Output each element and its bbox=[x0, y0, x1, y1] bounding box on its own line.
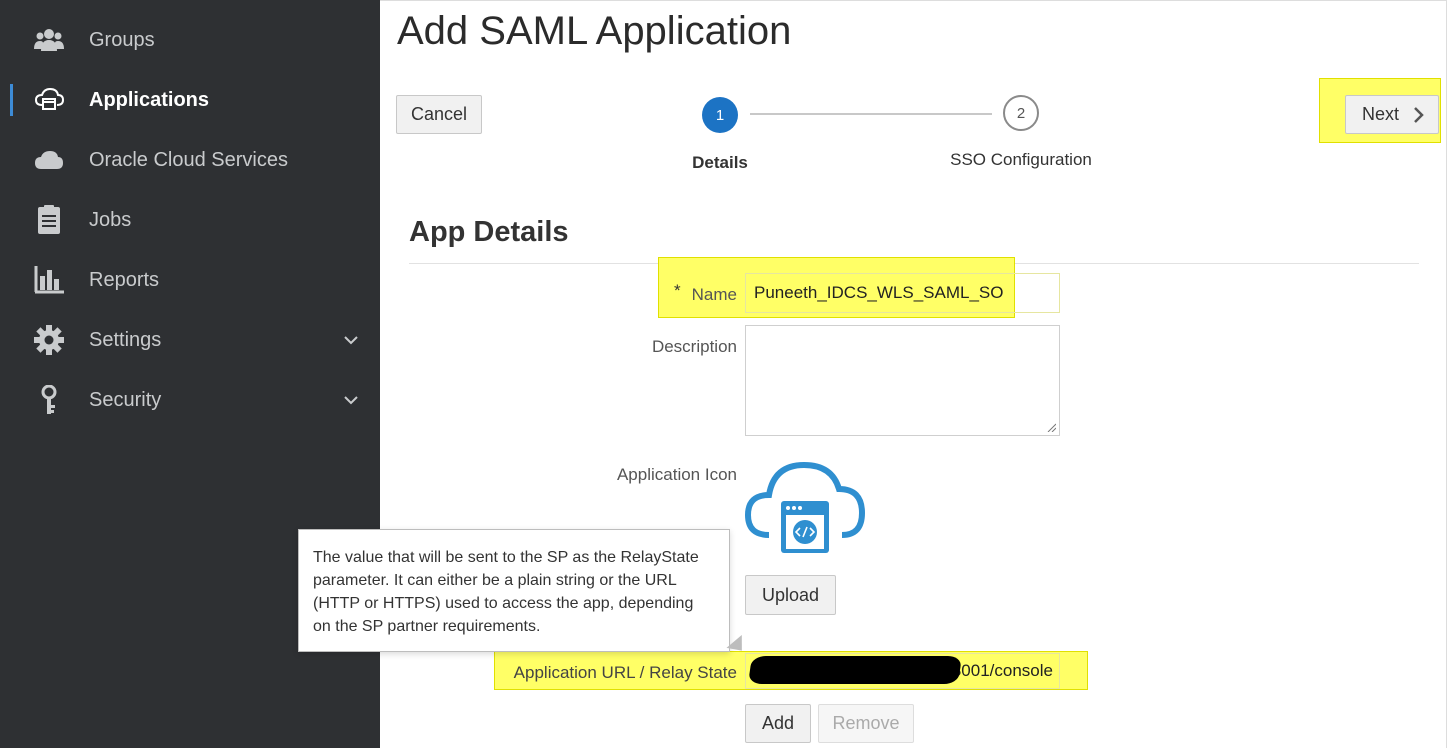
wizard-step-2[interactable]: 2 bbox=[1003, 95, 1039, 131]
sidebar-item-label: Settings bbox=[89, 328, 162, 351]
wizard-step-2-label: SSO Configuration bbox=[950, 150, 1092, 169]
wizard-step-1-label: Details bbox=[692, 153, 748, 172]
sidebar-item-label: Oracle Cloud Services bbox=[89, 148, 288, 171]
name-input[interactable]: Puneeth_IDCS_WLS_SAML_SO bbox=[745, 273, 1060, 313]
sidebar-item-label: Reports bbox=[89, 268, 160, 291]
sidebar-item-label: Groups bbox=[89, 28, 155, 51]
remove-button[interactable]: Remove bbox=[818, 704, 914, 743]
users-icon bbox=[33, 24, 65, 56]
cloud-app-icon bbox=[33, 84, 65, 116]
add-button[interactable]: Add bbox=[745, 704, 811, 743]
name-input-value: Puneeth_IDCS_WLS_SAML_SO bbox=[754, 283, 1004, 302]
bar-chart-icon bbox=[33, 264, 65, 296]
next-button[interactable]: Next bbox=[1345, 95, 1439, 134]
page-title: Add SAML Application bbox=[397, 9, 792, 53]
chevron-down-icon[interactable] bbox=[342, 391, 360, 409]
description-label: Description bbox=[651, 337, 737, 356]
name-label: Name bbox=[691, 285, 737, 304]
clipboard-icon bbox=[33, 204, 65, 236]
next-button-label: Next bbox=[1362, 104, 1400, 124]
upload-button[interactable]: Upload bbox=[745, 575, 836, 615]
tooltip-text: The value that will be sent to the SP as… bbox=[313, 549, 699, 635]
sidebar-item-groups[interactable]: Groups bbox=[0, 10, 380, 70]
tooltip: The value that will be sent to the SP as… bbox=[298, 529, 730, 652]
sidebar-item-label: Applications bbox=[89, 88, 210, 111]
sidebar-item-applications[interactable]: Applications bbox=[0, 70, 380, 130]
sidebar-item-label: Security bbox=[89, 388, 162, 411]
section-title: App Details bbox=[409, 216, 569, 248]
app-url-label: Application URL / Relay State bbox=[513, 663, 737, 682]
key-icon bbox=[33, 384, 65, 416]
description-textarea[interactable] bbox=[745, 325, 1060, 436]
sidebar-item-label: Jobs bbox=[89, 208, 132, 231]
sidebar-item-security[interactable]: Security bbox=[0, 370, 380, 430]
cancel-button[interactable]: Cancel bbox=[396, 95, 482, 134]
sidebar-item-settings[interactable]: Settings bbox=[0, 310, 380, 370]
wizard-progress-line bbox=[750, 113, 992, 115]
chevron-down-icon[interactable] bbox=[342, 331, 360, 349]
sidebar-item-oracle-cloud-services[interactable]: Oracle Cloud Services bbox=[0, 130, 380, 190]
gear-icon bbox=[33, 324, 65, 356]
chevron-right-icon bbox=[1412, 106, 1426, 129]
wizard-step-1[interactable]: 1 bbox=[702, 97, 738, 133]
application-icon-label: Application Icon bbox=[616, 465, 737, 484]
sidebar-item-jobs[interactable]: Jobs bbox=[0, 190, 380, 250]
resize-handle-icon[interactable] bbox=[1046, 422, 1056, 432]
application-icon-image bbox=[744, 457, 866, 557]
redaction-mark bbox=[748, 656, 962, 684]
sidebar-item-reports[interactable]: Reports bbox=[0, 250, 380, 310]
cloud-icon bbox=[33, 144, 65, 176]
